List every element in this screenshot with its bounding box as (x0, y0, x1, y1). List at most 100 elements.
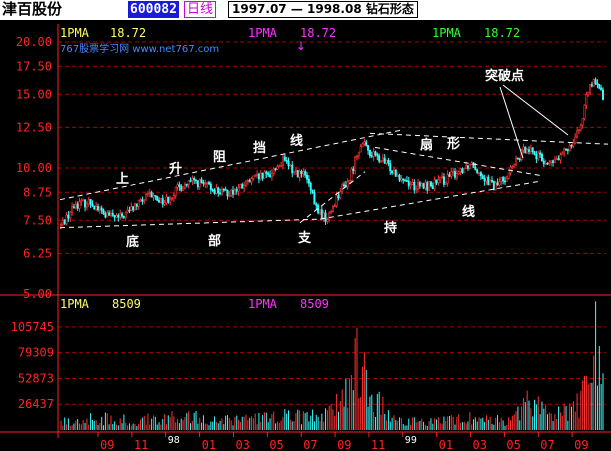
candle-body (96, 206, 99, 211)
candle-body (324, 212, 327, 222)
candle-body (383, 157, 386, 164)
candle-body (167, 196, 170, 203)
candle-body (341, 184, 344, 193)
x-tick-label: 05 (269, 438, 283, 451)
annotation-shan: 扇 (420, 137, 433, 153)
ma-label-1: 1PMA (60, 26, 90, 40)
candle-body (259, 172, 262, 180)
candle-body (389, 163, 392, 172)
candle-body (359, 146, 362, 153)
candle-body (182, 188, 185, 191)
candle-body (570, 144, 573, 147)
candle-body (263, 171, 266, 179)
candle-body (546, 162, 549, 165)
candle-body (272, 168, 275, 174)
candle-body (489, 180, 492, 186)
candle-body (561, 152, 564, 156)
candle-body (228, 195, 231, 197)
candle-body (507, 172, 510, 179)
candle-body (220, 188, 223, 195)
candle-body (148, 192, 151, 194)
candle-body (281, 156, 284, 166)
candle-body (267, 172, 270, 176)
candle-body (89, 199, 92, 205)
candle-body (516, 157, 519, 160)
candle-body (196, 180, 199, 188)
candle-body (154, 195, 157, 197)
candle-body (102, 210, 105, 215)
candle-body (461, 168, 464, 174)
candle-body (226, 190, 229, 197)
candle-body (500, 177, 503, 182)
candle-body (209, 183, 212, 191)
candle-body (82, 199, 85, 202)
grid-layer (58, 41, 606, 405)
candle-body (270, 173, 273, 177)
candle-body (478, 172, 481, 174)
candle-body (176, 184, 179, 188)
candle-body (361, 143, 364, 147)
candle-body (450, 171, 453, 177)
candle-body (346, 181, 349, 188)
candle-body (307, 178, 310, 184)
volume-tick-label: 79309 (18, 346, 54, 360)
annotation-di: 底 (126, 234, 139, 250)
candle-body (576, 130, 579, 138)
candle-body (415, 188, 418, 191)
candle-body (502, 177, 505, 182)
candle-body (531, 147, 534, 153)
candle-body (283, 156, 286, 161)
candle-body (128, 209, 131, 212)
candle-body (280, 165, 283, 167)
candle-body (69, 211, 72, 219)
x-tick-label: 98 (168, 435, 180, 446)
volume-tick-label: 52873 (18, 371, 54, 385)
candle-body (219, 192, 222, 195)
candle-body (304, 171, 307, 176)
candle-body (294, 170, 297, 172)
candle-body (528, 149, 531, 152)
candle-body (601, 89, 604, 100)
volume-tick-label: 105745 (11, 320, 54, 334)
vol-ma-value-1: 8509 (112, 297, 141, 311)
candle-body (141, 199, 144, 202)
x-tick-label: 99 (405, 435, 417, 446)
candle-body (318, 209, 321, 214)
candle-body (385, 159, 388, 164)
price-tick-label: 10.00 (16, 161, 52, 175)
candle-body (98, 207, 101, 211)
candle-body (398, 174, 401, 181)
candle-body (309, 182, 312, 191)
candle-body (598, 84, 601, 89)
candle-body (540, 153, 543, 162)
candle-body (80, 199, 83, 202)
candle-body (156, 196, 159, 201)
candle-body (479, 172, 482, 177)
candle-body (252, 175, 255, 179)
candle-body (441, 176, 444, 178)
candle-body (422, 183, 425, 189)
candle-body (446, 174, 449, 184)
annotation-dang: 挡 (253, 140, 266, 156)
candle-body (119, 213, 122, 218)
candle-body (222, 188, 225, 191)
candle-body (472, 162, 475, 168)
candle-body (152, 195, 155, 198)
candle-body (243, 185, 246, 189)
candle-body (405, 180, 408, 182)
annotation-shang: 上 (116, 172, 129, 187)
candle-body (244, 180, 247, 186)
candle-body (78, 201, 81, 209)
candle-body (577, 129, 580, 132)
candle-body (592, 79, 595, 87)
ma-label-2: 1PMA (248, 26, 278, 40)
candle-body (380, 160, 383, 163)
candle-body (374, 151, 377, 155)
annotation-chi: 持 (384, 220, 397, 236)
candle-body (511, 166, 514, 168)
annotation-xian-bottom: 线 (462, 204, 475, 220)
candle-body (174, 187, 177, 196)
candle-body (568, 144, 571, 152)
candle-body (474, 167, 477, 171)
candle-body (293, 170, 296, 174)
